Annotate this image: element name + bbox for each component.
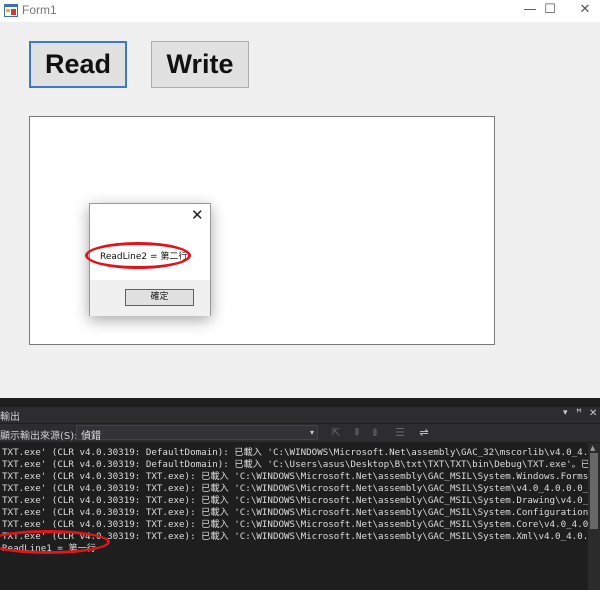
output-text-area[interactable]: TXT.exe' (CLR v4.0.30319: DefaultDomain)… <box>0 443 588 590</box>
vertical-scrollbar[interactable]: ▲ <box>588 443 600 590</box>
form1-window: Form1 — ☐ ✕ Read Write ✕ ReadLine2 = 第二行… <box>0 0 600 398</box>
screen: Form1 — ☐ ✕ Read Write ✕ ReadLine2 = 第二行… <box>0 0 600 590</box>
previous-message-icon[interactable]: ⇞ <box>350 426 364 440</box>
clear-all-icon[interactable]: ☰ <box>393 426 407 440</box>
title-bar[interactable]: Form1 — ☐ ✕ <box>0 0 600 22</box>
output-panel: 輸出 ▾ ꟸ ✕ 顯示輸出來源(S): 偵錯 ▾ ⇱ ⇞ ⇟ ☰ ⇌ TXT.e… <box>0 398 600 590</box>
output-source-label: 顯示輸出來源(S): <box>0 431 78 442</box>
chevron-down-icon: ▾ <box>309 428 314 437</box>
dialog-footer: 確定 <box>90 280 210 316</box>
panel-dropdown-icon[interactable]: ▾ <box>563 408 568 418</box>
scroll-up-icon[interactable]: ▲ <box>590 444 595 452</box>
word-wrap-icon[interactable]: ⇌ <box>417 426 431 440</box>
annotation-circle-dialog <box>85 242 191 269</box>
read-button[interactable]: Read <box>29 41 127 88</box>
scroll-thumb[interactable] <box>590 453 598 529</box>
write-button[interactable]: Write <box>151 41 249 88</box>
dialog-close-icon[interactable]: ✕ <box>191 207 204 223</box>
pin-icon[interactable]: ꟸ <box>576 408 582 419</box>
output-title: 輸出 <box>0 412 20 423</box>
window-title: Form1 <box>22 3 57 17</box>
output-toolbar: 顯示輸出來源(S): 偵錯 ▾ ⇱ ⇞ ⇟ ☰ ⇌ <box>0 424 600 442</box>
output-source-value: 偵錯 <box>81 431 101 442</box>
output-header: 輸出 ▾ ꟸ ✕ <box>0 407 600 423</box>
find-message-icon[interactable]: ⇱ <box>329 426 343 440</box>
maximize-button[interactable]: ☐ <box>530 0 570 22</box>
app-icon <box>4 4 18 17</box>
next-message-icon[interactable]: ⇟ <box>368 426 382 440</box>
output-source-dropdown[interactable]: 偵錯 ▾ <box>76 425 318 442</box>
ok-button[interactable]: 確定 <box>125 289 194 306</box>
panel-close-icon[interactable]: ✕ <box>589 408 597 419</box>
close-button[interactable]: ✕ <box>565 0 600 22</box>
